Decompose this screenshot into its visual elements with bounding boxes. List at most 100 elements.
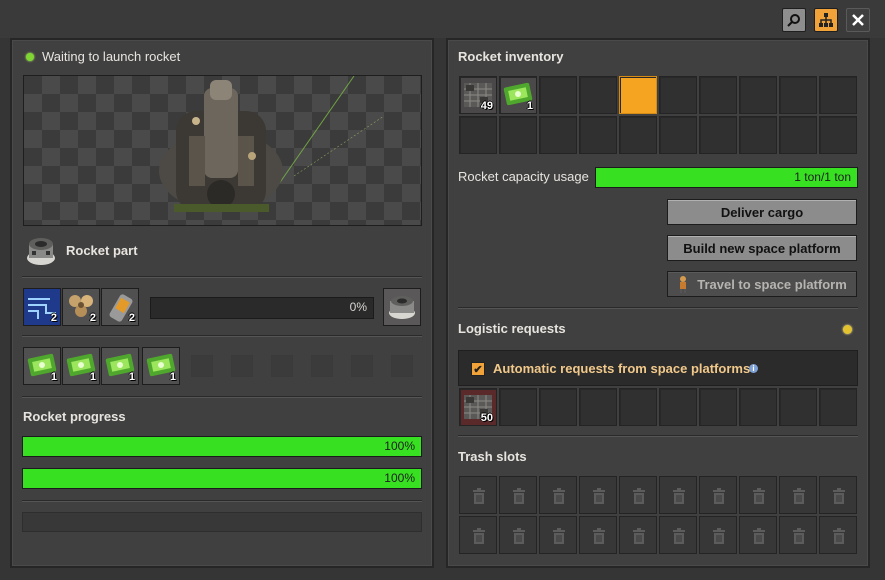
module-slot[interactable]: 1 (101, 347, 139, 385)
inventory-slot[interactable] (819, 76, 857, 114)
automatic-requests-checkbox[interactable]: ✔ (471, 362, 485, 376)
inventory-slot[interactable]: 1 (499, 76, 537, 114)
trash-slot[interactable] (819, 516, 857, 554)
logistic-request-slot[interactable] (539, 388, 577, 426)
empty-module-slot[interactable] (391, 355, 413, 377)
logistic-request-slot[interactable] (739, 388, 777, 426)
trash-icon (473, 528, 485, 544)
trash-slot[interactable] (699, 476, 737, 514)
trash-slot[interactable] (779, 476, 817, 514)
close-icon (852, 14, 864, 26)
result-slot[interactable] (383, 288, 421, 326)
trash-icon (833, 488, 845, 504)
ingredient-slot[interactable]: 2 (101, 288, 139, 326)
status-text: Waiting to launch rocket (42, 49, 181, 64)
trash-icon (513, 488, 525, 504)
close-button[interactable] (846, 8, 870, 32)
trash-slot[interactable] (619, 476, 657, 514)
inventory-slot[interactable] (659, 76, 697, 114)
inventory-slot[interactable] (499, 116, 537, 154)
inventory-slot[interactable] (539, 116, 577, 154)
travel-button-label: Travel to space platform (697, 276, 847, 292)
trash-slot[interactable] (739, 476, 777, 514)
trash-slot[interactable] (619, 516, 657, 554)
engineer-icon (680, 276, 687, 293)
automatic-requests-label: Automatic requests from space platforms (493, 361, 751, 376)
inventory-slot[interactable] (539, 76, 577, 114)
trash-slot[interactable] (499, 476, 537, 514)
inventory-slot[interactable] (619, 76, 657, 114)
rocket-silo-window: Waiting to launch rocket Rocket part 2 2 (0, 0, 885, 580)
item-count: 50 (480, 412, 493, 424)
trash-slot[interactable] (699, 516, 737, 554)
trash-icon (713, 528, 725, 544)
inventory-slot[interactable] (779, 116, 817, 154)
search-button[interactable] (782, 8, 806, 32)
ingredient-slot[interactable]: 2 (62, 288, 100, 326)
logistic-request-slot[interactable] (619, 388, 657, 426)
logistic-request-slot[interactable] (819, 388, 857, 426)
circuit-network-button[interactable] (814, 8, 838, 32)
empty-module-slot[interactable] (351, 355, 373, 377)
inventory-slot[interactable] (699, 76, 737, 114)
inventory-slot[interactable] (579, 116, 617, 154)
trash-icon (553, 528, 565, 544)
inventory-slot[interactable] (659, 116, 697, 154)
inventory-slot[interactable] (459, 116, 497, 154)
info-icon[interactable]: i (749, 364, 758, 373)
logistic-request-slot[interactable] (659, 388, 697, 426)
capacity-label: Rocket capacity usage (458, 169, 589, 184)
trash-slot[interactable] (779, 516, 817, 554)
crafting-progress-text: 0% (349, 300, 367, 314)
trash-slot[interactable] (459, 476, 497, 514)
logistic-request-slot[interactable] (699, 388, 737, 426)
status-indicator-icon (26, 53, 34, 61)
trash-slot[interactable] (499, 516, 537, 554)
trash-icon (753, 528, 765, 544)
ingredient-slot[interactable]: 2 (23, 288, 61, 326)
rocket-progress-bar: 100% (22, 468, 422, 489)
inventory-slot[interactable] (739, 76, 777, 114)
empty-module-slot[interactable] (191, 355, 213, 377)
deliver-cargo-button[interactable]: Deliver cargo (667, 199, 857, 225)
trash-slot[interactable] (659, 476, 697, 514)
inventory-slot[interactable] (579, 76, 617, 114)
trash-slot[interactable] (579, 476, 617, 514)
rocket-part-result-icon (389, 296, 415, 319)
logistic-request-slot[interactable] (579, 388, 617, 426)
inventory-slot[interactable]: 49 (459, 76, 497, 114)
trash-icon (553, 488, 565, 504)
inventory-slot[interactable] (779, 76, 817, 114)
inventory-slot[interactable] (619, 116, 657, 154)
inventory-slot[interactable] (819, 116, 857, 154)
trash-slot[interactable] (579, 516, 617, 554)
module-slot[interactable]: 1 (142, 347, 180, 385)
trash-icon (513, 528, 525, 544)
module-slot[interactable]: 1 (62, 347, 100, 385)
trash-slot[interactable] (819, 476, 857, 514)
trash-slot[interactable] (739, 516, 777, 554)
trash-slot[interactable] (459, 516, 497, 554)
travel-to-space-platform-button[interactable]: Travel to space platform (667, 271, 857, 297)
empty-module-slot[interactable] (271, 355, 293, 377)
module-count: 1 (169, 371, 176, 383)
automatic-requests-row: ✔ Automatic requests from space platform… (458, 350, 858, 386)
build-space-platform-button[interactable]: Build new space platform (667, 235, 857, 261)
trash-icon (633, 528, 645, 544)
trash-icon (833, 528, 845, 544)
trash-slots-title: Trash slots (458, 449, 527, 464)
rocket-progress-fill (23, 469, 421, 488)
empty-module-slot[interactable] (231, 355, 253, 377)
rocket-progress-bar: 100% (22, 436, 422, 457)
module-slot[interactable]: 1 (23, 347, 61, 385)
logistic-request-slot[interactable] (499, 388, 537, 426)
inventory-slot[interactable] (739, 116, 777, 154)
empty-module-slot[interactable] (311, 355, 333, 377)
logistic-request-slot[interactable]: 50 (459, 388, 497, 426)
trash-slot[interactable] (539, 476, 577, 514)
logistic-request-slot[interactable] (779, 388, 817, 426)
trash-slot[interactable] (539, 516, 577, 554)
inventory-slot[interactable] (699, 116, 737, 154)
trash-slot[interactable] (659, 516, 697, 554)
rocket-silo-preview (23, 75, 422, 226)
